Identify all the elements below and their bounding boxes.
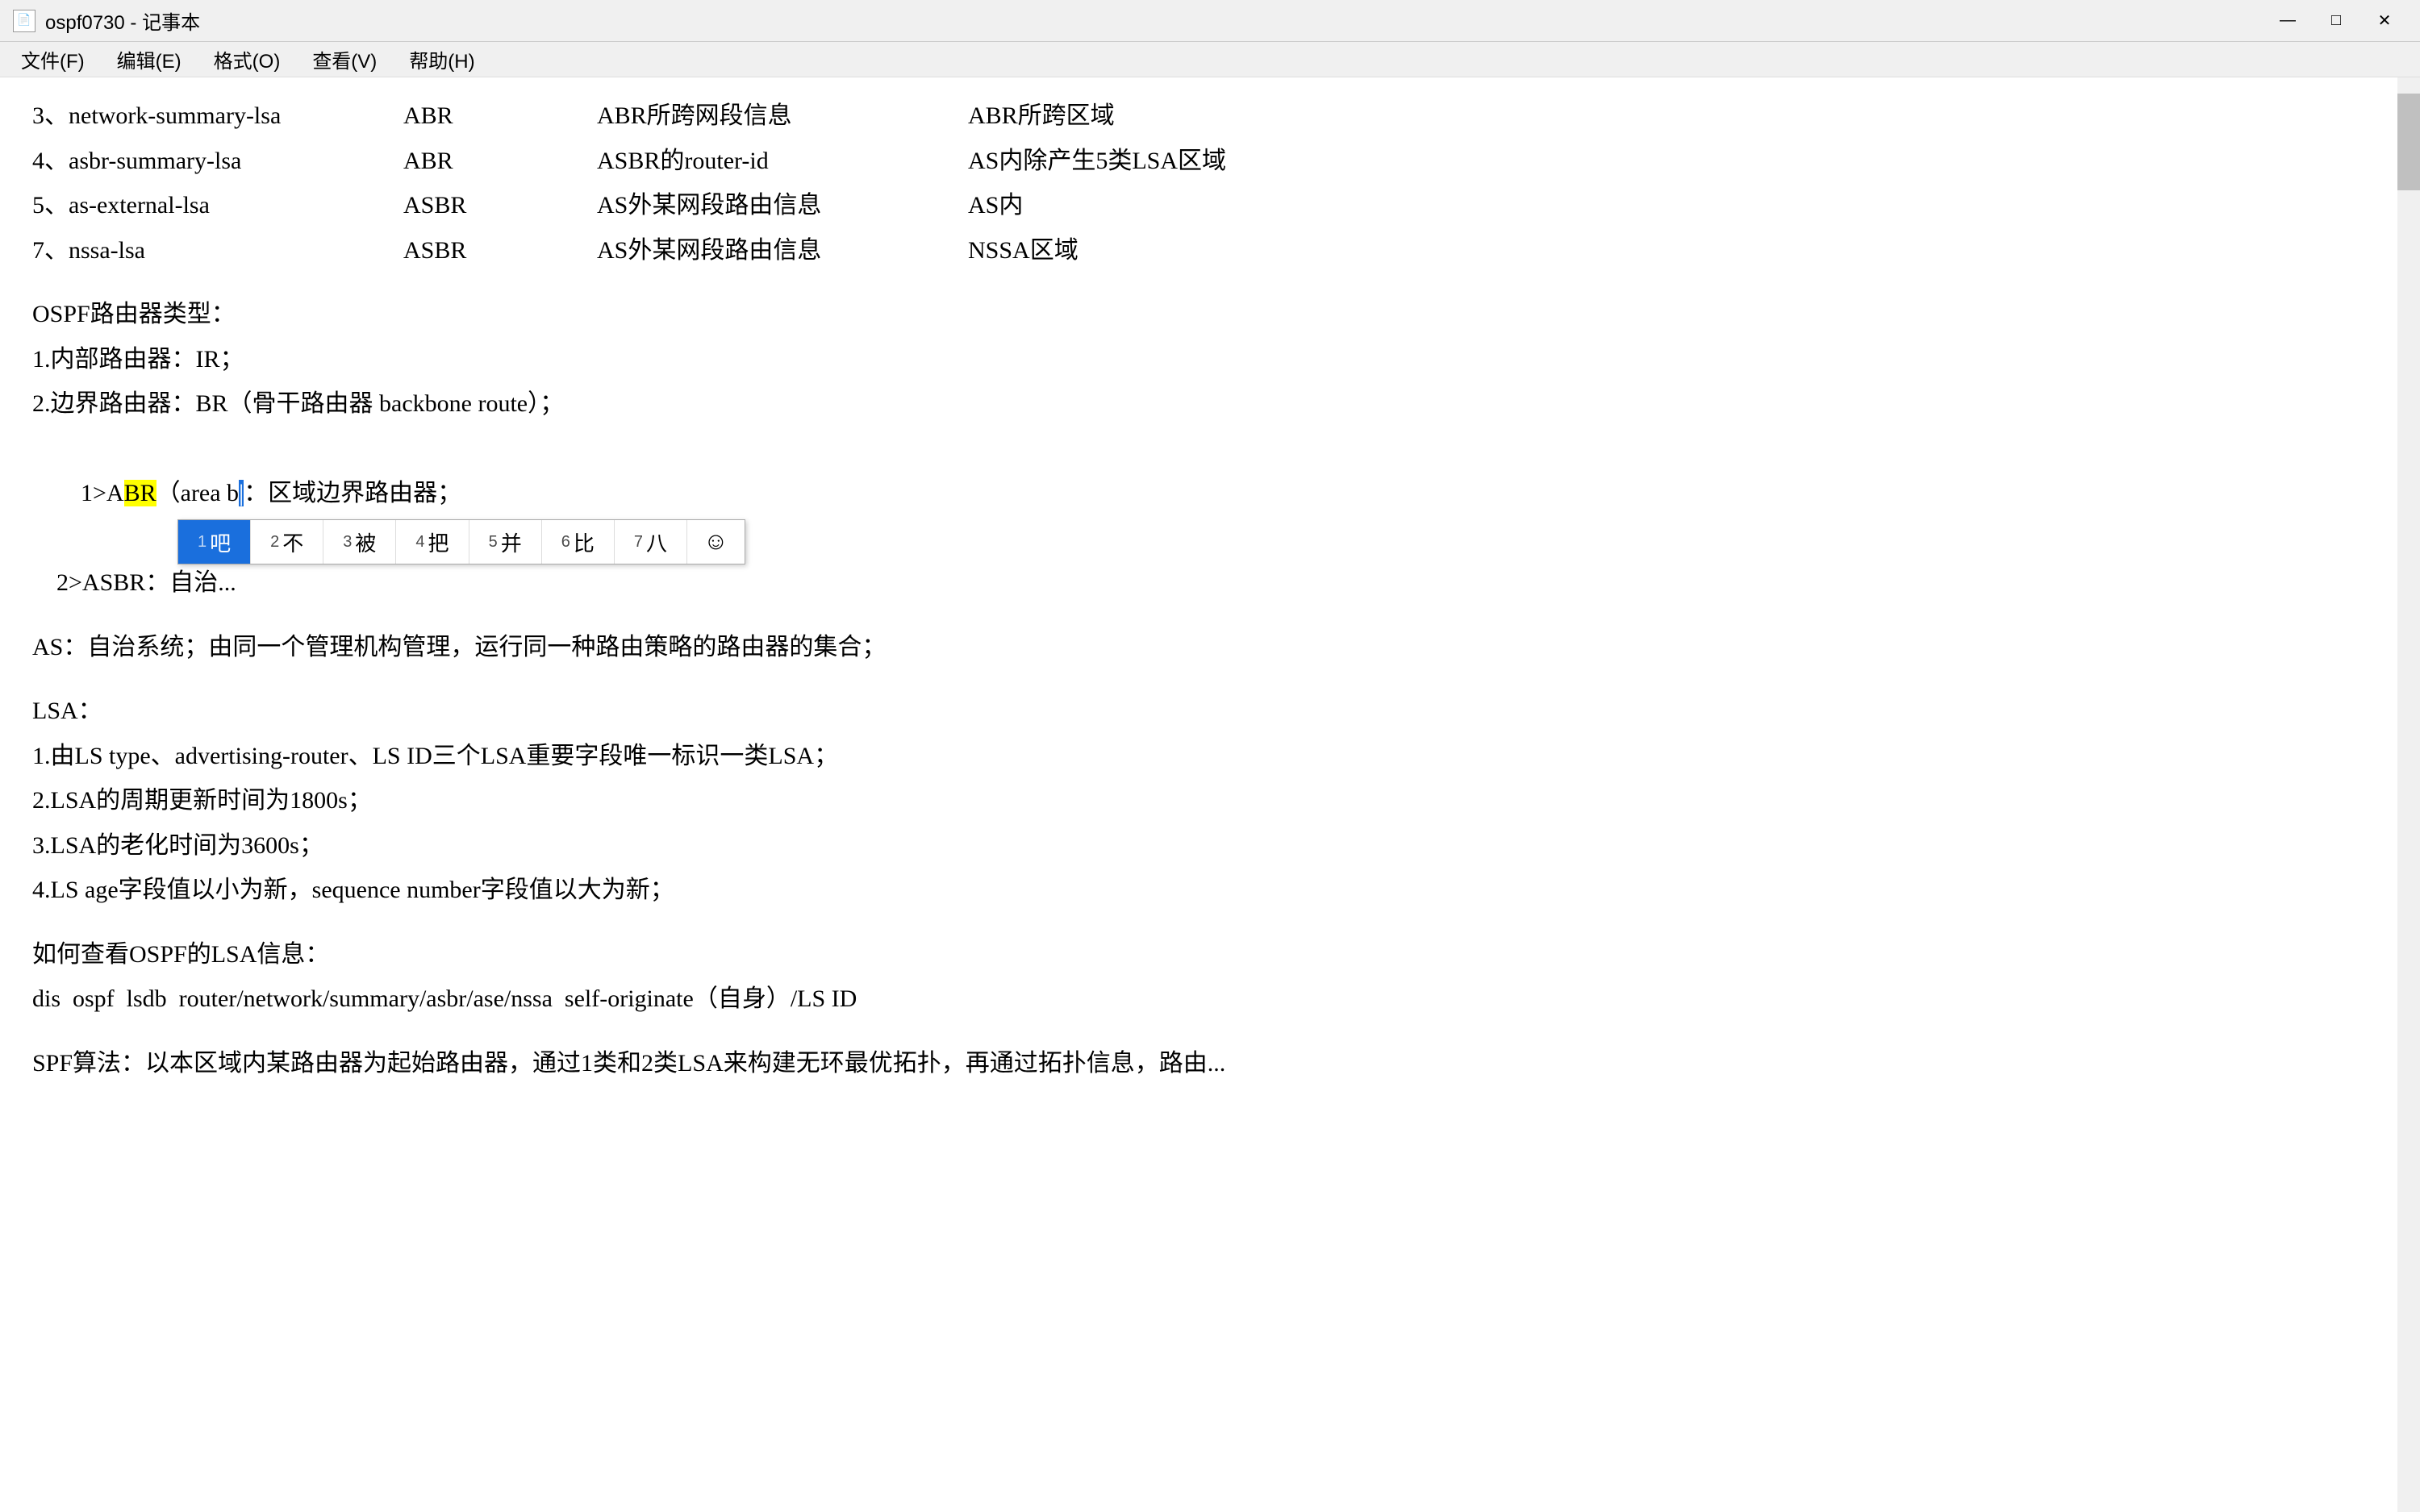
asbr-line: 2>ASBR：自治... (32, 560, 2388, 606)
lsa-line-1: 1.由LS type、advertising-router、LS ID三个LSA… (32, 734, 2388, 779)
ime-num-6: 6 (561, 533, 570, 552)
ime-candidate-7[interactable]: 7 八 (615, 520, 687, 564)
ime-num-1: 1 (198, 533, 207, 552)
ime-candidate-6[interactable]: 6 比 (542, 520, 615, 564)
cell-2-2: ABR (403, 139, 597, 184)
ime-num-2: 2 (270, 533, 279, 552)
cell-4-3: AS外某网段路由信息 (597, 228, 968, 273)
scrollbar[interactable] (2397, 77, 2420, 1512)
cell-4-4: NSSA区域 (968, 228, 2388, 273)
cell-1-4: ABR所跨区域 (968, 94, 2388, 139)
menu-bar: 文件(F) 编辑(E) 格式(O) 查看(V) 帮助(H) (0, 42, 2420, 77)
ime-candidate-4[interactable]: 4 把 (396, 520, 469, 564)
ime-candidate-3[interactable]: 3 被 (323, 520, 396, 564)
ime-num-5: 5 (489, 533, 498, 552)
lsa-query-command: dis ospf lsdb router/network/summary/asb… (32, 977, 2388, 1022)
minimize-button[interactable]: — (2265, 6, 2310, 36)
cell-1-1: 3、network-summary-lsa (32, 94, 403, 139)
menu-edit[interactable]: 编辑(E) (102, 42, 196, 77)
lsa-line-3: 3.LSA的老化时间为3600s； (32, 823, 2388, 868)
title-bar: 📄 ospf0730 - 记事本 — □ ✕ (0, 0, 2420, 42)
spf-line: SPF算法：以本区域内某路由器为起始路由器，通过1类和2类LSA来构建无环最优拓… (32, 1041, 2388, 1086)
cell-3-3: AS外某网段路由信息 (597, 183, 968, 228)
text-content[interactable]: 3、network-summary-lsa ABR ABR所跨网段信息 ABR所… (0, 77, 2420, 1512)
cell-1-3: ABR所跨网段信息 (597, 94, 968, 139)
close-button[interactable]: ✕ (2362, 6, 2407, 36)
ime-num-4: 4 (415, 533, 424, 552)
cell-2-3: ASBR的router-id (597, 139, 968, 184)
cell-2-4: AS内除产生5类LSA区域 (968, 139, 2388, 184)
cell-2-1: 4、asbr-summary-lsa (32, 139, 403, 184)
ime-candidate-bar[interactable]: 1 吧 2 不 3 被 4 把 5 并 6 比 7 八 ☺ (177, 519, 745, 564)
title-bar-left: 📄 ospf0730 - 记事本 (13, 6, 200, 35)
ime-char-5: 并 (501, 527, 522, 557)
ime-char-4: 把 (428, 527, 449, 557)
menu-file[interactable]: 文件(F) (6, 42, 99, 77)
cell-1-2: ABR (403, 94, 597, 139)
table-row: 7、nssa-lsa ASBR AS外某网段路由信息 NSSA区域 (32, 228, 2388, 273)
ime-candidate-2[interactable]: 2 不 (251, 520, 323, 564)
lsa-heading: LSA： (32, 689, 2388, 734)
abr-area: （area b (156, 480, 239, 506)
ospf-heading: OSPF路由器类型： (32, 292, 2388, 337)
ime-char-6: 比 (574, 527, 595, 557)
ir-line: 1.内部路由器：IR； (32, 337, 2388, 382)
as-definition: AS：自治系统；由同一个管理机构管理，运行同一种路由策略的路由器的集合； (32, 625, 2388, 670)
lsa-query-heading: 如何查看OSPF的LSA信息： (32, 932, 2388, 977)
abr-indent: 1>A (56, 480, 124, 506)
ime-num-7: 7 (634, 533, 643, 552)
menu-help[interactable]: 帮助(H) (394, 42, 489, 77)
ime-num-3: 3 (343, 533, 352, 552)
ime-candidate-1[interactable]: 1 吧 (178, 520, 251, 564)
abr-highlight: BR (124, 480, 156, 506)
lsa-line-2: 2.LSA的周期更新时间为1800s； (32, 778, 2388, 823)
ime-char-3: 被 (355, 527, 376, 557)
ime-char-2: 不 (282, 527, 303, 557)
ime-emoji-button[interactable]: ☺ (687, 520, 745, 564)
abr-desc: ：区域边界路由器； (244, 480, 461, 506)
cell-3-2: ASBR (403, 183, 597, 228)
table-row: 5、as-external-lsa ASBR AS外某网段路由信息 AS内 (32, 183, 2388, 228)
cell-3-4: AS内 (968, 183, 2388, 228)
cell-4-1: 7、nssa-lsa (32, 228, 403, 273)
table-row: 3、network-summary-lsa ABR ABR所跨网段信息 ABR所… (32, 94, 2388, 139)
lsa-line-4: 4.LS age字段值以小为新，sequence number字段值以大为新； (32, 868, 2388, 913)
ime-char-1: 吧 (210, 527, 231, 557)
ime-candidate-5[interactable]: 5 并 (469, 520, 542, 564)
app-icon: 📄 (13, 10, 35, 32)
scrollbar-thumb[interactable] (2397, 94, 2420, 190)
menu-view[interactable]: 查看(V) (298, 42, 391, 77)
maximize-button[interactable]: □ (2314, 6, 2359, 36)
cell-4-2: ASBR (403, 228, 597, 273)
ime-char-7: 八 (646, 527, 667, 557)
cell-3-1: 5、as-external-lsa (32, 183, 403, 228)
window-title: ospf0730 - 记事本 (45, 6, 200, 35)
table-row: 4、asbr-summary-lsa ABR ASBR的router-id AS… (32, 139, 2388, 184)
menu-format[interactable]: 格式(O) (199, 42, 295, 77)
br-line: 2.边界路由器：BR（骨干路由器 backbone route）； (32, 381, 2388, 427)
window-controls[interactable]: — □ ✕ (2265, 6, 2407, 36)
